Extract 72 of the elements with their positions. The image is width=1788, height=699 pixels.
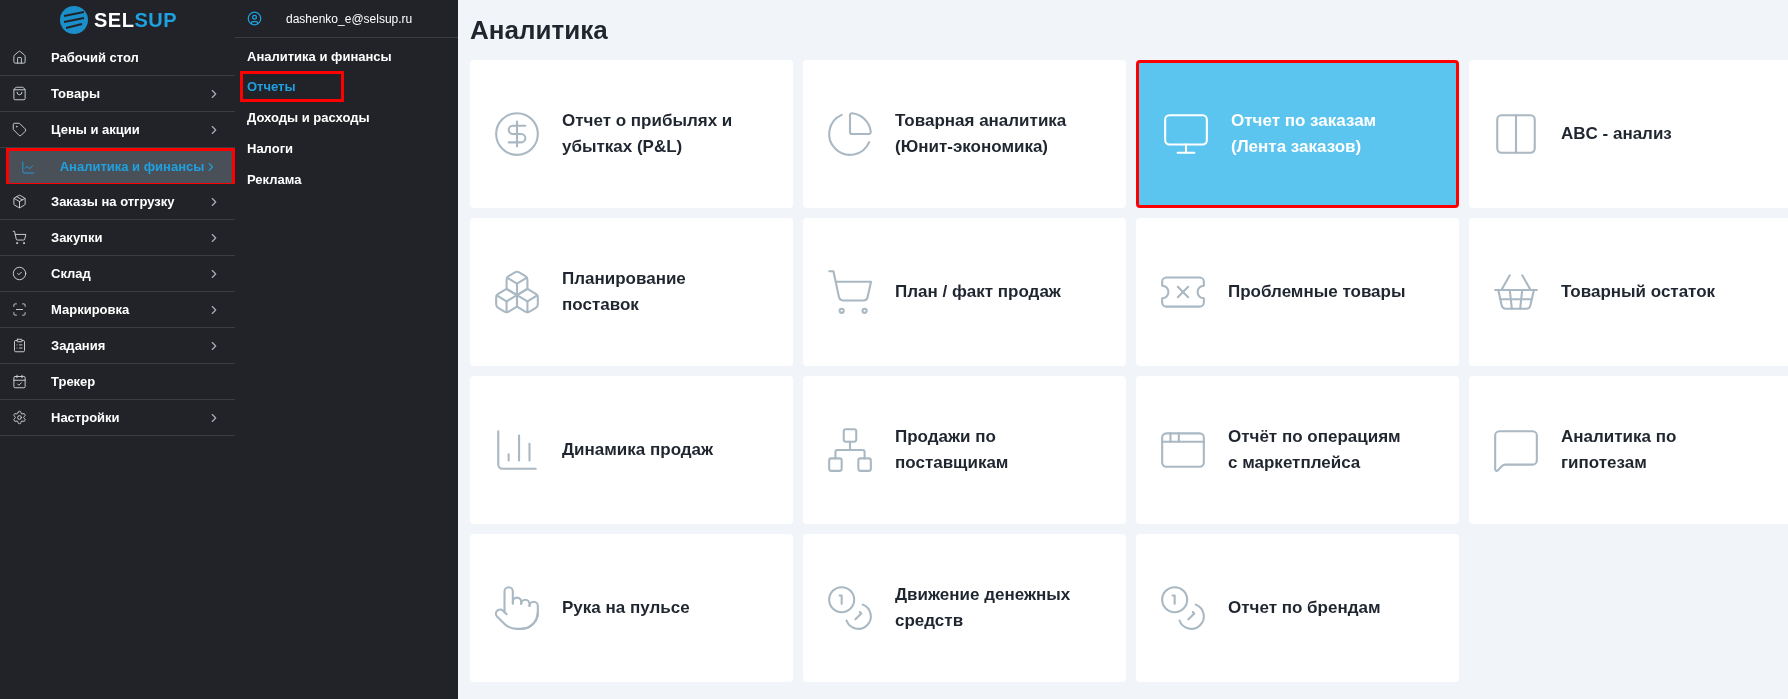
check-circle-icon xyxy=(12,266,27,281)
card-title: Отчет по брендам xyxy=(1228,597,1381,619)
cart-icon xyxy=(825,267,875,317)
card-title: Рука на пульсе xyxy=(562,597,690,619)
card-title: Продажи по поставщикам xyxy=(895,426,1010,474)
card-title: Товарный остаток xyxy=(1561,281,1716,303)
report-card[interactable]: ABC - анализ xyxy=(1469,60,1788,208)
sidebar-label: Склад xyxy=(51,264,91,283)
cart-icon xyxy=(12,230,27,245)
submenu-item[interactable]: Доходы и расходы xyxy=(240,102,453,133)
report-card[interactable]: Отчет о прибылях и убытках (P&L) xyxy=(470,60,793,208)
card-title: Динамика продаж xyxy=(562,439,714,461)
coins-icon xyxy=(1158,583,1208,633)
report-card[interactable]: Продажи по поставщикам xyxy=(803,376,1126,524)
report-card[interactable]: Проблемные товары xyxy=(1136,218,1459,366)
pie-chart-icon xyxy=(825,109,875,159)
report-card[interactable]: Отчет по брендам xyxy=(1136,534,1459,682)
network-icon xyxy=(825,425,875,475)
pointer-hand-icon xyxy=(492,583,542,633)
report-card[interactable]: Аналитика по гипотезам xyxy=(1469,376,1788,524)
sidebar-item[interactable]: Настройки xyxy=(0,400,235,436)
home-icon xyxy=(12,50,27,65)
user-email: dashenko_e@selsup.ru xyxy=(286,10,413,28)
submenu-item[interactable]: Реклама xyxy=(240,164,453,195)
submenu-heading: Аналитика и финансы xyxy=(246,48,393,67)
sidebar-label: Настройки xyxy=(51,408,120,427)
card-title: Отчет о прибылях и убытках (P&L) xyxy=(562,110,734,158)
bag-icon xyxy=(12,86,27,101)
report-card[interactable]: Планирование поставок xyxy=(470,218,793,366)
sidebar-label: Закупки xyxy=(51,228,103,247)
calendar-icon xyxy=(12,374,27,389)
tag-icon xyxy=(12,122,27,137)
settings-icon xyxy=(12,410,27,425)
card-title: Планирование поставок xyxy=(562,268,687,316)
package-icon xyxy=(12,194,27,209)
sidebar-label: Заказы на отгрузку xyxy=(51,192,175,211)
user-icon xyxy=(247,11,262,26)
report-card[interactable]: План / факт продаж xyxy=(803,218,1126,366)
sidebar-item[interactable]: Товары xyxy=(0,76,235,112)
card-title: ABC - анализ xyxy=(1561,123,1672,145)
report-card[interactable]: Товарная аналитика (Юнит-экономика) xyxy=(803,60,1126,208)
logo-text: SELSUP xyxy=(94,8,177,33)
card-title: Проблемные товары xyxy=(1228,281,1406,303)
report-card[interactable]: Товарный остаток xyxy=(1469,218,1788,366)
card-title: Отчет по заказам (Лента заказов) xyxy=(1231,110,1378,158)
page-title: Аналитика xyxy=(470,13,609,47)
report-card[interactable]: Динамика продаж xyxy=(470,376,793,524)
coins-icon xyxy=(825,583,875,633)
report-card[interactable]: Движение денежных средств xyxy=(803,534,1126,682)
sidebar-label: Аналитика и финансы xyxy=(59,158,205,177)
card-title: План / факт продаж xyxy=(895,281,1061,303)
card-title: Товарная аналитика (Юнит-экономика) xyxy=(895,110,1068,158)
sidebar-label: Цены и акции xyxy=(51,120,140,139)
sidebar-label: Товары xyxy=(51,84,101,103)
sidebar-label: Маркировка xyxy=(51,300,130,319)
scan-icon xyxy=(12,302,27,317)
sidebar-item[interactable]: Трекер xyxy=(0,364,235,400)
sidebar-label: Трекер xyxy=(51,372,96,391)
dollar-coin-icon xyxy=(492,109,542,159)
checklist-icon xyxy=(12,338,27,353)
card-title: Движение денежных средств xyxy=(895,584,1072,632)
submenu-item[interactable]: Налоги xyxy=(240,133,453,164)
card-title: Отчёт по операциям с маркетплейса xyxy=(1228,426,1402,474)
sidebar-label: Задания xyxy=(51,336,106,355)
logo-icon xyxy=(58,4,90,36)
report-card[interactable]: Рука на пульсе xyxy=(470,534,793,682)
card-title: Аналитика по гипотезам xyxy=(1561,426,1678,474)
sidebar-label: Рабочий стол xyxy=(51,48,139,67)
line-chart-icon xyxy=(21,159,36,175)
sidebar-item[interactable]: Заказы на отгрузку xyxy=(0,184,235,220)
report-card[interactable]: Отчёт по операциям с маркетплейса xyxy=(1136,376,1459,524)
submenu-item[interactable]: Отчеты xyxy=(240,71,344,102)
